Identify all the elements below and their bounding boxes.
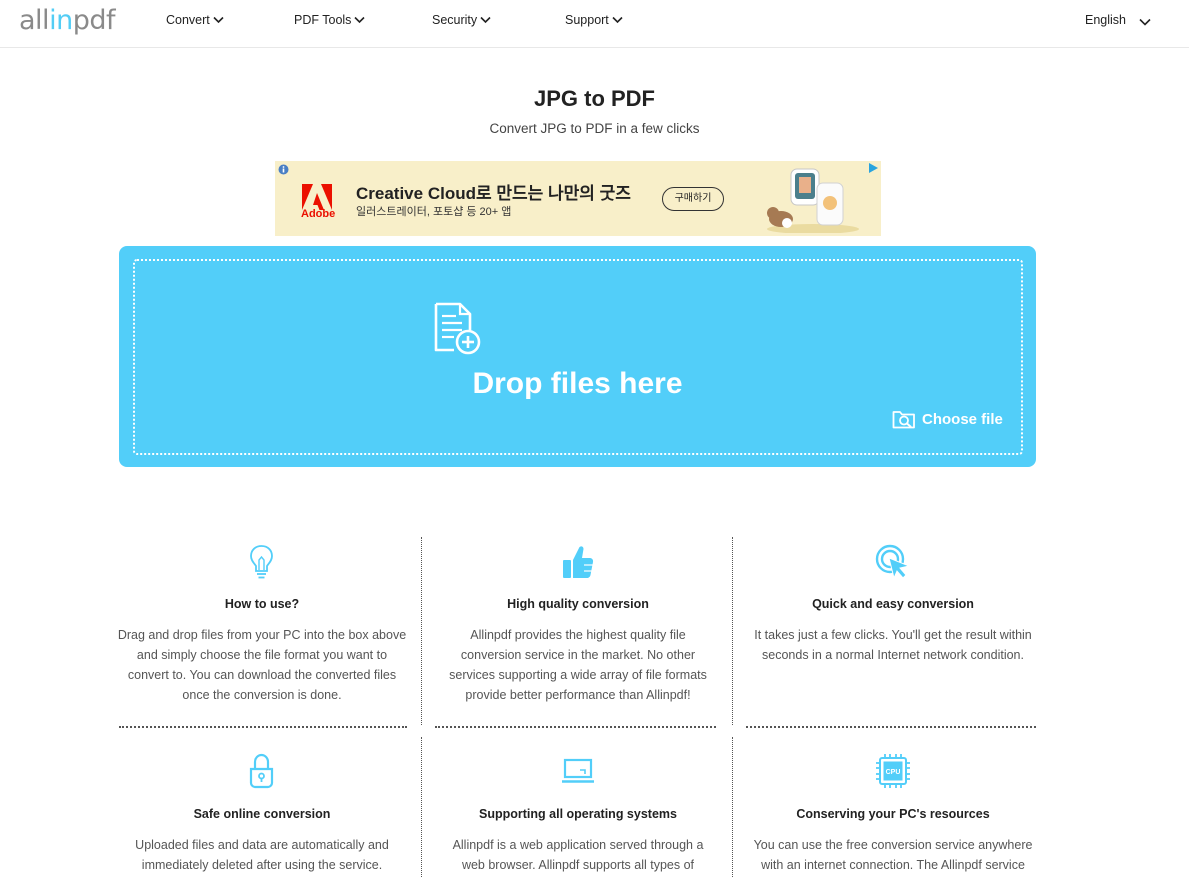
- feature-divider-vertical: [732, 737, 733, 877]
- ad-info-icon[interactable]: [278, 164, 289, 175]
- ad-product-image: [767, 168, 859, 233]
- feature-title: High quality conversion: [507, 597, 649, 611]
- adchoices-icon[interactable]: [867, 162, 879, 174]
- nav-security[interactable]: Security: [432, 13, 491, 27]
- chevron-down-icon: [213, 16, 224, 24]
- feature-description: Uploaded files and data are automaticall…: [112, 835, 412, 875]
- allinpdf-logo[interactable]: allinpdf: [19, 4, 115, 38]
- chevron-down-icon: [354, 16, 366, 24]
- top-navigation-bar: allinpdf Convert PDF Tools Security Supp…: [0, 0, 1189, 48]
- feature-divider-vertical: [421, 737, 422, 877]
- feature-description-line: It takes just a few clicks. You'll get t…: [754, 628, 1032, 642]
- nav-pdf-tools-label: PDF Tools: [294, 13, 352, 27]
- drop-files-label: Drop files here: [472, 367, 683, 400]
- feature-description: Drag and drop files from your PC into th…: [112, 625, 412, 705]
- feature-description-line: Uploaded files and data are automaticall…: [135, 838, 389, 852]
- feature-description-line: web browser. Allinpdf supports all types…: [461, 858, 695, 872]
- nav-support[interactable]: Support: [565, 13, 623, 27]
- feature-description-line: with an internet connection. The Allinpd…: [761, 858, 1025, 872]
- feature-description-line: and simply choose the file format you wa…: [136, 648, 388, 662]
- chevron-down-icon: [480, 16, 491, 24]
- cursor-click-icon: [875, 544, 911, 580]
- feature-description-line: seconds in a normal Internet network con…: [762, 648, 1024, 662]
- nav-convert[interactable]: Convert: [166, 13, 224, 27]
- ad-banner[interactable]: Adobe Creative Cloud로 만드는 나만의 굿즈 일러스트레이터…: [275, 161, 881, 236]
- feature-divider-vertical: [732, 537, 733, 725]
- feature-description-line: convert to. You can download the convert…: [127, 668, 397, 682]
- language-selector[interactable]: English: [1085, 13, 1126, 27]
- feature-divider-vertical: [421, 537, 422, 725]
- feature-description-line: services supporting a wide array of file…: [449, 668, 707, 682]
- feature-description: Allinpdf provides the highest quality fi…: [428, 625, 728, 705]
- choose-file-button[interactable]: Choose file: [892, 408, 1003, 430]
- nav-support-label: Support: [565, 13, 609, 27]
- nav-convert-label: Convert: [166, 13, 210, 27]
- nav-security-label: Security: [432, 13, 478, 27]
- ad-buy-button[interactable]: 구매하기: [662, 187, 724, 211]
- feature-title: Safe online conversion: [193, 807, 331, 821]
- feature-description-line: Allinpdf provides the highest quality fi…: [470, 628, 686, 642]
- feature-description: You can use the free conversion service …: [743, 835, 1043, 875]
- ad-subline: 일러스트레이터, 포토샵 등 20+ 앱: [356, 206, 512, 218]
- feature-description-line: Drag and drop files from your PC into th…: [117, 628, 407, 642]
- ad-headline: Creative Cloud로 만드는 나만의 굿즈: [356, 184, 631, 203]
- cpu-label: CPU: [886, 769, 901, 776]
- feature-description-line: once the conversion is done.: [182, 688, 342, 702]
- file-drop-zone[interactable]: [119, 246, 1036, 467]
- folder-search-icon: [892, 411, 915, 429]
- feature-divider-horizontal: [746, 726, 1036, 728]
- chevron-down-icon: [612, 16, 623, 24]
- drop-zone-border: [133, 259, 1023, 455]
- feature-description: Allinpdf is a web application served thr…: [428, 835, 728, 875]
- laptop-icon: [562, 758, 594, 783]
- feature-divider-horizontal: [435, 726, 716, 728]
- nav-pdf-tools[interactable]: PDF Tools: [294, 13, 366, 27]
- lightbulb-icon: [250, 545, 273, 579]
- feature-title: How to use?: [224, 597, 300, 611]
- lock-icon: [249, 753, 274, 789]
- thumbs-up-icon: [563, 546, 594, 578]
- document-add-icon: [434, 302, 481, 355]
- feature-description-line: Allinpdf is a web application served thr…: [452, 838, 704, 852]
- feature-divider-horizontal: [119, 726, 407, 728]
- chevron-down-icon[interactable]: [1139, 18, 1151, 26]
- feature-description-line: You can use the free conversion service …: [753, 838, 1033, 852]
- feature-title: Conserving your PC's resources: [796, 807, 990, 821]
- choose-file-label: Choose file: [922, 410, 1003, 428]
- page-title: JPG to PDF: [533, 86, 655, 111]
- feature-title: Supporting all operating systems: [479, 807, 677, 821]
- cpu-icon: CPU: [876, 754, 910, 788]
- feature-description: It takes just a few clicks. You'll get t…: [743, 625, 1043, 665]
- feature-description-line: immediately deleted after using the serv…: [141, 858, 383, 872]
- feature-description-line: provide better performance than Allinpdf…: [465, 688, 691, 702]
- page-subtitle: Convert JPG to PDF in a few clicks: [489, 121, 700, 136]
- feature-description-line: conversion service in the market. No oth…: [460, 648, 696, 662]
- adobe-wordmark: Adobe: [301, 208, 336, 220]
- feature-title: Quick and easy conversion: [812, 597, 974, 611]
